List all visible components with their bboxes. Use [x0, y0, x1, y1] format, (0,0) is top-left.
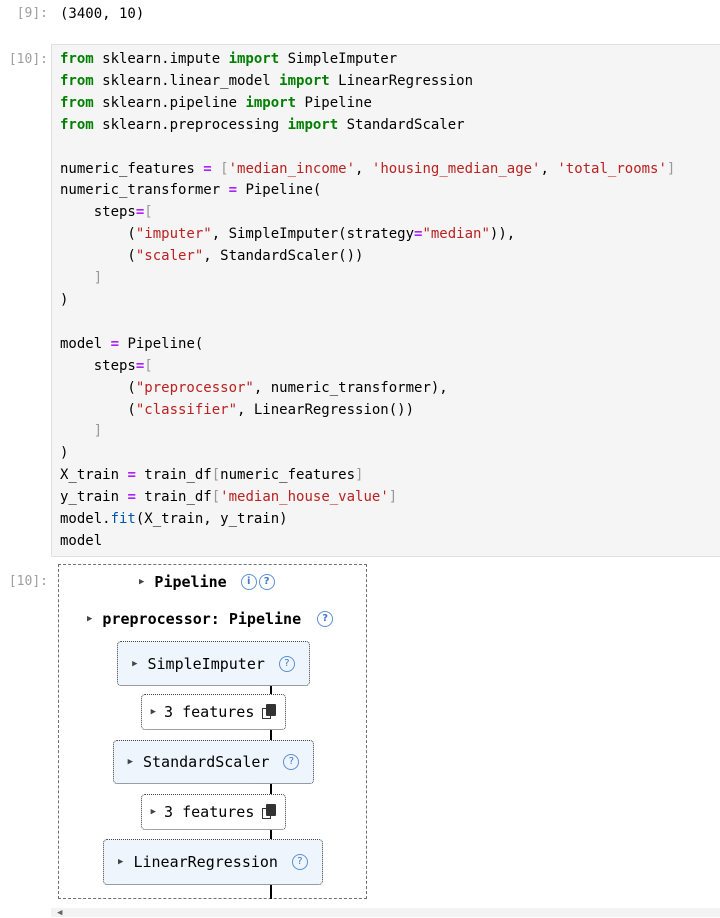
- connector-line: [270, 730, 272, 740]
- copy-icon[interactable]: [262, 704, 277, 720]
- features-label: 3 features: [164, 703, 255, 721]
- help-icon[interactable]: ?: [283, 754, 300, 770]
- code-line: steps=[: [60, 204, 153, 221]
- code-line: from sklearn.preprocessing import Standa…: [60, 116, 465, 133]
- code-line: numeric_transformer = Pipeline(: [60, 182, 322, 199]
- output-prompt-10: [10]:: [8, 574, 48, 589]
- help-icon[interactable]: ?: [291, 854, 308, 870]
- expand-triangle-icon: ▶: [127, 757, 133, 767]
- horizontal-scrollbar[interactable]: ◀: [51, 908, 720, 918]
- code-line: ]: [93, 423, 103, 440]
- pipeline-diagram: ▶ Pipeline i ? ▶ preprocessor: Pipeline …: [58, 564, 367, 899]
- code-line: X_train = train_df[numeric_features]: [60, 467, 364, 484]
- code-line: ("imputer", SimpleImputer(strategy="medi…: [60, 226, 516, 243]
- expand-triangle-icon: ▶: [150, 807, 157, 817]
- code-line: ): [60, 291, 69, 308]
- code-line: y_train = train_df['median_house_value']: [60, 489, 398, 506]
- connector-line: [270, 885, 272, 899]
- code-line: ]: [93, 270, 103, 287]
- features-label: 3 features: [164, 803, 255, 821]
- code-line: model = Pipeline(: [60, 335, 204, 352]
- preprocessor-header[interactable]: ▶ preprocessor: Pipeline ?: [87, 610, 334, 628]
- pipeline-label: Pipeline: [154, 573, 227, 591]
- code-line: ("preprocessor", numeric_transformer),: [60, 379, 448, 396]
- help-icon[interactable]: ?: [317, 611, 334, 627]
- expand-triangle-icon: ▶: [139, 577, 145, 587]
- code-line: from sklearn.pipeline import Pipeline: [60, 94, 372, 111]
- connector-line: [270, 686, 272, 694]
- simple-imputer-step[interactable]: ▶ SimpleImputer ?: [117, 641, 310, 686]
- code-line: from sklearn.impute import SimpleImputer: [60, 51, 398, 67]
- standard-scaler-label: StandardScaler: [142, 753, 270, 771]
- expand-triangle-icon: ▶: [118, 857, 124, 867]
- output-text-9: (3400, 10): [60, 6, 145, 22]
- expand-triangle-icon: ▶: [132, 658, 138, 669]
- connector-line: [270, 784, 272, 794]
- code-line: ("scaler", StandardScaler()): [60, 248, 364, 265]
- linear-regression-step[interactable]: ▶ LinearRegression ?: [103, 839, 323, 885]
- code-line: from sklearn.linear_model import LinearR…: [60, 72, 474, 89]
- pipeline-header[interactable]: ▶ Pipeline i ?: [139, 573, 275, 591]
- linear-regression-label: LinearRegression: [133, 853, 278, 871]
- output-prompt-9: [9]:: [16, 6, 48, 21]
- code-line: steps=[: [60, 357, 153, 374]
- features-output-1[interactable]: ▶ 3 features: [141, 694, 286, 730]
- preprocessor-label: preprocessor: Pipeline: [102, 610, 302, 628]
- help-icon[interactable]: ?: [278, 655, 295, 672]
- expand-triangle-icon: ▶: [87, 614, 93, 624]
- features-output-2[interactable]: ▶ 3 features: [141, 794, 286, 830]
- copy-icon[interactable]: [262, 804, 277, 820]
- expand-triangle-icon: ▶: [150, 707, 157, 717]
- code-editor[interactable]: from sklearn.impute import SimpleImputer…: [60, 49, 675, 553]
- code-line: ): [60, 445, 69, 462]
- simple-imputer-label: SimpleImputer: [147, 654, 265, 673]
- code-cell-10[interactable]: from sklearn.impute import SimpleImputer…: [51, 44, 720, 557]
- standard-scaler-step[interactable]: ▶ StandardScaler ?: [113, 740, 314, 784]
- info-icon[interactable]: i: [240, 574, 257, 590]
- input-prompt-10: [10]:: [8, 52, 48, 67]
- help-icon[interactable]: ?: [258, 574, 275, 590]
- code-line: model: [60, 532, 103, 549]
- code-line: model.fit(X_train, y_train): [60, 511, 288, 528]
- code-line: numeric_features = ['median_income', 'ho…: [60, 160, 676, 177]
- code-line: ("classifier", LinearRegression()): [60, 401, 415, 418]
